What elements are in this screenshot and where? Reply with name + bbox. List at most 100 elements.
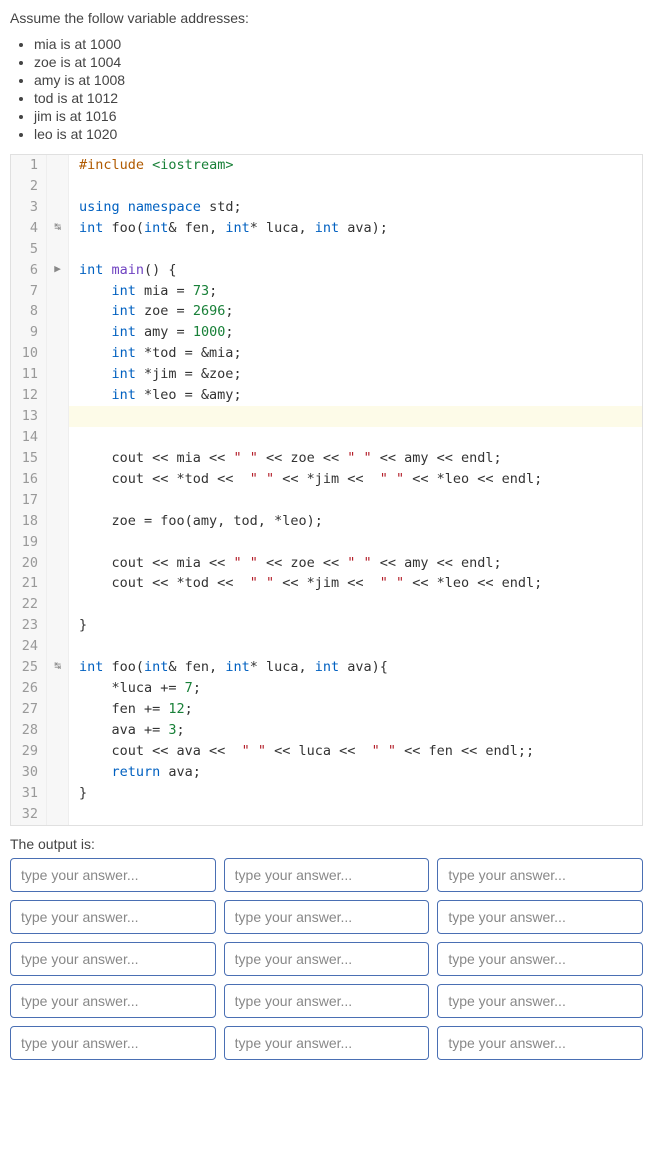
line-number: 30 xyxy=(11,762,47,783)
code-line: 5 xyxy=(11,239,642,260)
line-number: 10 xyxy=(11,343,47,364)
gutter-marker-icon: ↹ xyxy=(47,657,69,678)
code-line: 25↹int foo(int& fen, int* luca, int ava)… xyxy=(11,657,642,678)
code-line: 3using namespace std; xyxy=(11,197,642,218)
code-line: 10 int *tod = &mia; xyxy=(11,343,642,364)
answer-input[interactable] xyxy=(224,984,430,1018)
code-line: 26 *luca += 7; xyxy=(11,678,642,699)
answer-input[interactable] xyxy=(437,900,643,934)
line-number: 22 xyxy=(11,594,47,615)
code-line: 29 cout << ava << " " << luca << " " << … xyxy=(11,741,642,762)
answer-input[interactable] xyxy=(437,858,643,892)
answer-input[interactable] xyxy=(10,942,216,976)
line-number: 16 xyxy=(11,469,47,490)
code-content xyxy=(69,532,79,553)
line-number: 9 xyxy=(11,322,47,343)
code-line: 6▶int main() { xyxy=(11,260,642,281)
gutter-marker-icon xyxy=(47,385,69,406)
code-content: } xyxy=(69,615,87,636)
gutter-marker-icon xyxy=(47,532,69,553)
line-number: 12 xyxy=(11,385,47,406)
code-line: 21 cout << *tod << " " << *jim << " " <<… xyxy=(11,573,642,594)
gutter-marker-icon xyxy=(47,594,69,615)
code-content xyxy=(69,239,79,260)
code-content xyxy=(69,804,79,825)
answer-input[interactable] xyxy=(10,1026,216,1060)
code-content xyxy=(69,490,79,511)
gutter-marker-icon xyxy=(47,741,69,762)
code-line: 30 return ava; xyxy=(11,762,642,783)
answer-input[interactable] xyxy=(10,858,216,892)
line-number: 2 xyxy=(11,176,47,197)
line-number: 6 xyxy=(11,260,47,281)
gutter-marker-icon xyxy=(47,406,69,427)
code-line: 13 xyxy=(11,406,642,427)
line-number: 7 xyxy=(11,281,47,302)
code-line: 28 ava += 3; xyxy=(11,720,642,741)
gutter-marker-icon xyxy=(47,511,69,532)
code-line: 18 zoe = foo(amy, tod, *leo); xyxy=(11,511,642,532)
line-number: 25 xyxy=(11,657,47,678)
code-line: 4↹int foo(int& fen, int* luca, int ava); xyxy=(11,218,642,239)
code-line: 1 #include <iostream> xyxy=(11,155,642,176)
code-content: cout << mia << " " << zoe << " " << amy … xyxy=(69,553,502,574)
address-item: zoe is at 1004 xyxy=(34,54,643,70)
gutter-marker-icon xyxy=(47,155,69,176)
code-content: fen += 12; xyxy=(69,699,193,720)
code-line: 23} xyxy=(11,615,642,636)
answer-input[interactable] xyxy=(224,1026,430,1060)
code-content: int amy = 1000; xyxy=(69,322,233,343)
code-line: 7 int mia = 73; xyxy=(11,281,642,302)
code-line: 17 xyxy=(11,490,642,511)
line-number: 1 xyxy=(11,155,47,176)
gutter-marker-icon xyxy=(47,301,69,322)
answer-input[interactable] xyxy=(437,1026,643,1060)
code-content: cout << ava << " " << luca << " " << fen… xyxy=(69,741,534,762)
code-line: 32 xyxy=(11,804,642,825)
answer-input[interactable] xyxy=(10,984,216,1018)
code-line: 27 fen += 12; xyxy=(11,699,642,720)
code-content: cout << *tod << " " << *jim << " " << *l… xyxy=(69,573,542,594)
gutter-marker-icon xyxy=(47,239,69,260)
code-content: #include <iostream> xyxy=(69,155,233,176)
gutter-marker-icon xyxy=(47,469,69,490)
answers-grid xyxy=(10,858,643,1060)
code-content: int *tod = &mia; xyxy=(69,343,242,364)
line-number: 29 xyxy=(11,741,47,762)
code-content: int *leo = &amy; xyxy=(69,385,242,406)
answer-input[interactable] xyxy=(437,984,643,1018)
answer-input[interactable] xyxy=(224,900,430,934)
line-number: 32 xyxy=(11,804,47,825)
gutter-marker-icon xyxy=(47,490,69,511)
answer-input[interactable] xyxy=(224,942,430,976)
code-content: int main() { xyxy=(69,260,177,281)
line-number: 14 xyxy=(11,427,47,448)
answer-input[interactable] xyxy=(224,858,430,892)
line-number: 17 xyxy=(11,490,47,511)
code-content: return ava; xyxy=(69,762,201,783)
address-item: leo is at 1020 xyxy=(34,126,643,142)
answer-input[interactable] xyxy=(10,900,216,934)
code-content: zoe = foo(amy, tod, *leo); xyxy=(69,511,323,532)
code-content xyxy=(69,427,79,448)
code-line: 2 xyxy=(11,176,642,197)
code-line: 16 cout << *tod << " " << *jim << " " <<… xyxy=(11,469,642,490)
output-label: The output is: xyxy=(10,836,643,852)
code-content xyxy=(69,636,79,657)
code-content: int foo(int& fen, int* luca, int ava){ xyxy=(69,657,388,678)
gutter-marker-icon xyxy=(47,364,69,385)
answer-input[interactable] xyxy=(437,942,643,976)
line-number: 5 xyxy=(11,239,47,260)
gutter-marker-icon xyxy=(47,176,69,197)
address-item: amy is at 1008 xyxy=(34,72,643,88)
gutter-marker-icon xyxy=(47,197,69,218)
line-number: 19 xyxy=(11,532,47,553)
code-line: 9 int amy = 1000; xyxy=(11,322,642,343)
line-number: 27 xyxy=(11,699,47,720)
code-content: int *jim = &zoe; xyxy=(69,364,242,385)
gutter-marker-icon xyxy=(47,762,69,783)
line-number: 20 xyxy=(11,553,47,574)
code-line: 19 xyxy=(11,532,642,553)
intro-text: Assume the follow variable addresses: xyxy=(10,10,643,26)
code-line: 24 xyxy=(11,636,642,657)
